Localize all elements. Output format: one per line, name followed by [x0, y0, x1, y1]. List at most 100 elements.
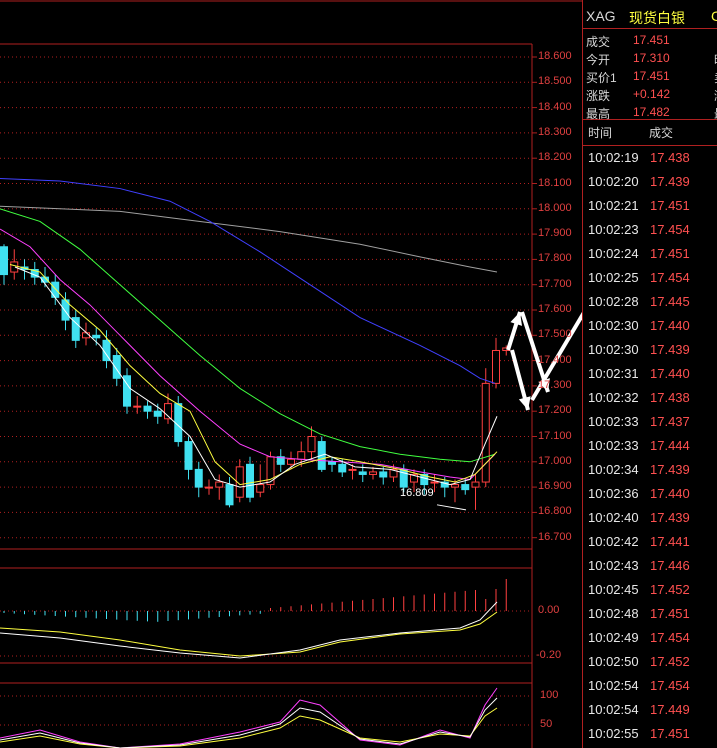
tick-price: 17.440 — [650, 366, 690, 381]
quote-row: 今开17.310昨 — [583, 50, 717, 68]
quote-panel: XAG 现货白银 C 成交17.451今开17.310昨买价117.451卖涨跌… — [582, 0, 717, 748]
price-axis-label: 17.200 — [538, 404, 572, 417]
tick-time: 10:02:48 — [588, 606, 639, 621]
tick-time: 10:02:24 — [588, 246, 639, 261]
tick-time: 10:02:33 — [588, 414, 639, 429]
tick-price: 17.439 — [650, 342, 690, 357]
candle-up — [481, 382, 490, 483]
quote-value: 17.451 — [633, 33, 670, 47]
annotation-arrow-up-small-head — [510, 312, 523, 326]
tick-price: 17.439 — [650, 462, 690, 477]
tick-time: 10:02:50 — [588, 654, 639, 669]
macd-axis-label: -0.20 — [536, 649, 562, 661]
quote-label: 今开 — [586, 53, 611, 67]
tick-time: 10:02:45 — [588, 582, 639, 597]
tick-table-header: 时间 成交 — [583, 119, 717, 146]
candle-up — [297, 451, 306, 460]
tick-time: 10:02:43 — [588, 558, 639, 573]
tick-price: 17.454 — [650, 222, 690, 237]
symbol-name: 现货白银 — [629, 10, 685, 26]
tick-price: 17.446 — [650, 558, 690, 573]
tick-row: 10:02:30 17.439 — [583, 338, 717, 362]
macd-dif-line — [0, 601, 498, 659]
tick-price: 17.440 — [650, 318, 690, 333]
tick-row: 10:02:48 17.451 — [583, 602, 717, 626]
tick-row: 10:02:45 17.452 — [583, 578, 717, 602]
price-axis-label: 16.800 — [538, 505, 572, 518]
ma5-line — [14, 266, 498, 488]
price-axis-label: 17.300 — [538, 378, 572, 391]
quote-label: 买价1 — [586, 71, 617, 85]
candle-down — [174, 403, 183, 443]
candle-up — [215, 481, 224, 488]
quote-label: 涨跌 — [586, 89, 611, 103]
tick-price: 17.440 — [650, 486, 690, 501]
price-axis-label: 18.200 — [538, 151, 572, 164]
candle-up — [348, 468, 357, 471]
tick-time: 10:02:40 — [588, 510, 639, 525]
price-axis-label: 16.700 — [538, 530, 572, 543]
tick-price: 17.454 — [650, 270, 690, 285]
tick-time: 10:02:30 — [588, 318, 639, 333]
price-axis-label: 17.400 — [538, 353, 572, 366]
price-axis-label: 17.900 — [538, 227, 572, 240]
tick-row: 10:02:28 17.445 — [583, 290, 717, 314]
kline-chart-area[interactable]: 18.600 18.500 18.400 18.300 18.200 18.100 18.0… — [0, 0, 582, 748]
tick-row: 10:02:54 17.449 — [583, 698, 717, 722]
price-axis-label: 18.000 — [538, 201, 572, 214]
tick-row: 10:02:50 17.452 — [583, 650, 717, 674]
price-axis-label: 18.400 — [538, 100, 572, 113]
candle-up — [430, 481, 439, 484]
ma120-line — [0, 205, 498, 273]
tick-price: 17.437 — [650, 414, 690, 429]
candle-down — [194, 468, 203, 488]
tick-time: 10:02:19 — [588, 150, 639, 165]
candle-up — [307, 436, 316, 453]
tick-time: 10:02:20 — [588, 174, 639, 189]
price-axis-label: 17.100 — [538, 429, 572, 442]
candle-up — [256, 484, 265, 493]
tick-price: 17.454 — [650, 630, 690, 645]
candle-down — [338, 463, 347, 473]
tick-row: 10:02:33 17.444 — [583, 434, 717, 458]
tick-time: 10:02:33 — [588, 438, 639, 453]
quote-value: 17.482 — [633, 105, 670, 119]
candle-down — [461, 484, 470, 491]
tick-time: 10:02:32 — [588, 390, 639, 405]
tick-row: 10:02:43 17.446 — [583, 554, 717, 578]
price-axis-label: 17.000 — [538, 454, 572, 467]
tick-price-header: 成交 — [649, 126, 674, 140]
tick-row: 10:02:54 17.454 — [583, 674, 717, 698]
tick-row: 10:02:40 17.439 — [583, 506, 717, 530]
tick-row: 10:02:33 17.437 — [583, 410, 717, 434]
tick-time: 10:02:36 — [588, 486, 639, 501]
tick-time: 10:02:28 — [588, 294, 639, 309]
price-axis-label: 17.700 — [538, 277, 572, 290]
kline-chart-svg[interactable] — [0, 0, 582, 748]
tick-price: 17.451 — [650, 198, 690, 213]
tick-time: 10:02:54 — [588, 678, 639, 693]
macd-dea-line — [0, 611, 498, 657]
tick-row: 10:02:32 17.438 — [583, 386, 717, 410]
candle-down — [246, 463, 254, 498]
kdj-j-line — [0, 687, 498, 748]
tick-row: 10:02:31 17.440 — [583, 362, 717, 386]
tick-time: 10:02:54 — [588, 702, 639, 717]
tick-price: 17.454 — [650, 678, 690, 693]
price-axis-label: 16.900 — [538, 480, 572, 493]
candle-down — [112, 355, 121, 379]
ma10-line — [9, 263, 498, 486]
candle-up — [492, 349, 500, 384]
candle-up — [471, 481, 480, 488]
price-axis-label: 17.800 — [538, 252, 572, 265]
quote-row: 涨跌+0.142涨 — [583, 86, 717, 104]
tick-price: 17.444 — [650, 438, 690, 453]
price-axis-label: 17.500 — [538, 328, 572, 341]
candle-down — [143, 405, 152, 412]
tick-row: 10:02:25 17.454 — [583, 266, 717, 290]
symbol-name-overflow: C — [711, 8, 717, 24]
tick-time: 10:02:42 — [588, 534, 639, 549]
tick-time: 10:02:21 — [588, 198, 639, 213]
tick-row: 10:02:36 17.440 — [583, 482, 717, 506]
tick-time: 10:02:30 — [588, 342, 639, 357]
